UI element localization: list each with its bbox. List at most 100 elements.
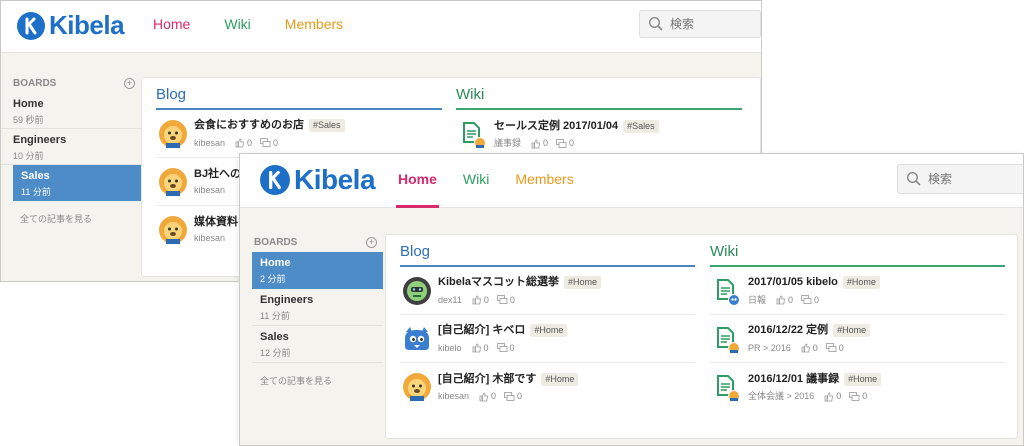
see-all-posts-link[interactable]: 全ての記事を見る — [1, 201, 141, 225]
group-tag[interactable]: #Home — [842, 276, 880, 289]
search-box[interactable] — [639, 10, 761, 38]
kibela-logo[interactable]: Kibela — [17, 10, 125, 41]
author-name[interactable]: kibesan — [194, 138, 225, 148]
author-name[interactable]: kibelo — [438, 343, 462, 353]
comment-count[interactable]: 0 — [825, 343, 844, 353]
folder-name[interactable]: 議事録 — [494, 139, 521, 148]
wiki-title-text[interactable]: セールス定例 2017/01/04 — [494, 120, 618, 132]
nav-wiki[interactable]: Wiki — [463, 154, 489, 208]
wiki-title-text[interactable]: 2016/12/01 議事録 — [748, 373, 839, 385]
like-count[interactable]: 0 — [776, 295, 793, 305]
like-count[interactable]: 0 — [824, 392, 841, 402]
wiki-title-text[interactable]: 2017/01/05 kibelo — [748, 277, 838, 288]
nav-home[interactable]: Home — [396, 154, 439, 208]
list-item[interactable]: 会食におすすめのお店 #Sales kibesan 0 0 — [156, 110, 442, 158]
group-tag[interactable]: #Home — [564, 276, 602, 289]
like-count[interactable]: 0 — [531, 139, 548, 149]
group-tag[interactable]: #Home — [833, 324, 871, 337]
post-title[interactable]: 会食におすすめのお店 — [194, 120, 304, 131]
list-item[interactable]: [自己紹介] 木部です #Home kibesan 0 0 — [400, 363, 695, 411]
like-count[interactable]: 0 — [472, 295, 489, 305]
group-tag[interactable]: #Sales — [309, 119, 345, 132]
search-input[interactable] — [670, 17, 750, 31]
board-name: Home — [260, 257, 291, 269]
nav-home[interactable]: Home — [153, 16, 190, 32]
list-item[interactable]: セールス定例 2017/01/04 #Sales 議事録 0 0 — [456, 110, 742, 158]
like-count-value: 0 — [788, 294, 794, 305]
blog-column: Blog Kibelaマスコット総選挙 #Home dex11 0 0 [自己紹… — [400, 243, 695, 411]
search-icon — [906, 171, 921, 186]
like-count-value: 0 — [836, 391, 842, 401]
board-item-home[interactable]: Home 59 秒前 — [1, 93, 141, 129]
list-item[interactable]: 2016/12/22 定例 #Home PR > 2016 0 0 — [710, 315, 1005, 363]
board-updated: 2 分前 — [260, 274, 286, 284]
group-tag[interactable]: #Home — [844, 372, 882, 386]
wiki-column: Wiki セールス定例 2017/01/04 #Sales 議事録 0 0 — [456, 86, 742, 158]
lion-icon — [158, 167, 188, 197]
blog-title[interactable]: Blog — [400, 243, 695, 267]
author-name[interactable]: kibesan — [194, 234, 225, 243]
lion-icon — [402, 372, 432, 402]
nav-wiki[interactable]: Wiki — [224, 16, 250, 32]
post-title[interactable]: [自己紹介] 木部です — [438, 373, 536, 385]
see-all-posts-link[interactable]: 全ての記事を見る — [252, 363, 383, 387]
folder-name[interactable]: PR > 2016 — [748, 343, 791, 353]
like-count-value: 0 — [483, 342, 489, 353]
nav-members[interactable]: Members — [285, 16, 343, 32]
board-updated: 12 分前 — [260, 348, 291, 358]
kibelo-avatar-icon — [402, 324, 432, 354]
boards-heading-label: BOARDS — [13, 77, 57, 89]
list-item[interactable]: [自己紹介] キベロ #Home kibelo 0 0 — [400, 315, 695, 363]
board-updated: 11 分前 — [21, 187, 51, 197]
folder-name[interactable]: 日報 — [748, 295, 766, 305]
like-count[interactable]: 0 — [235, 138, 252, 148]
comment-count[interactable]: 0 — [496, 294, 515, 305]
board-item-home[interactable]: Home 2 分前 — [252, 252, 383, 289]
group-tag[interactable]: #Home — [541, 372, 579, 386]
board-item-sales[interactable]: Sales 12 分前 — [252, 326, 383, 363]
list-item[interactable]: 2017/01/05 kibelo #Home 日報 0 0 — [710, 267, 1005, 315]
board-updated: 59 秒前 — [13, 115, 44, 125]
like-count[interactable]: 0 — [472, 343, 489, 353]
wiki-title-text[interactable]: 2016/12/22 定例 — [748, 325, 828, 336]
kibela-logo[interactable]: Kibela — [260, 164, 376, 196]
board-item-engineers[interactable]: Engineers 11 分前 — [252, 289, 383, 326]
comment-count[interactable]: 0 — [801, 295, 819, 305]
robot-avatar-icon — [402, 276, 432, 306]
folder-name[interactable]: 全体会議 > 2016 — [748, 392, 814, 401]
search-box[interactable] — [897, 164, 1023, 194]
like-count[interactable]: 0 — [479, 392, 496, 402]
nav-members[interactable]: Members — [515, 154, 573, 208]
comment-count[interactable]: 0 — [556, 139, 574, 149]
comment-count-value: 0 — [509, 294, 515, 305]
comment-icon — [849, 391, 860, 401]
comment-count[interactable]: 0 — [496, 343, 515, 353]
top-bar: Kibela Home Wiki Members — [1, 1, 761, 53]
content-panel: Blog Kibelaマスコット総選挙 #Home dex11 0 0 [自己紹… — [385, 234, 1018, 439]
wiki-title[interactable]: Wiki — [710, 243, 1005, 267]
comment-count[interactable]: 0 — [849, 392, 867, 402]
author-name[interactable]: dex11 — [438, 295, 462, 305]
add-board-icon[interactable]: + — [124, 77, 135, 89]
search-input[interactable] — [928, 172, 1008, 186]
board-item-engineers[interactable]: Engineers 10 分前 — [1, 129, 141, 165]
author-name[interactable]: kibesan — [194, 185, 225, 195]
comment-count[interactable]: 0 — [260, 138, 278, 148]
list-item[interactable]: 2016/12/01 議事録 #Home 全体会議 > 2016 0 0 — [710, 363, 1005, 411]
comment-count[interactable]: 0 — [504, 392, 522, 402]
main-nav: Home Wiki Members — [153, 16, 377, 32]
board-item-sales[interactable]: Sales 11 分前 — [13, 165, 141, 201]
group-tag[interactable]: #Sales — [623, 119, 659, 133]
wiki-column: Wiki 2017/01/05 kibelo #Home 日報 0 0 2016… — [710, 243, 1005, 411]
wiki-title[interactable]: Wiki — [456, 86, 742, 110]
author-name[interactable]: kibesan — [438, 392, 469, 401]
like-count[interactable]: 0 — [801, 343, 818, 353]
thumbs-up-icon — [531, 139, 540, 148]
add-board-icon[interactable]: + — [366, 236, 377, 248]
post-title[interactable]: Kibelaマスコット総選挙 — [438, 277, 559, 288]
list-item[interactable]: Kibelaマスコット総選挙 #Home dex11 0 0 — [400, 267, 695, 315]
comment-count-value: 0 — [569, 138, 575, 148]
post-title[interactable]: [自己紹介] キベロ — [438, 325, 525, 336]
blog-title[interactable]: Blog — [156, 86, 442, 110]
group-tag[interactable]: #Home — [530, 324, 568, 337]
